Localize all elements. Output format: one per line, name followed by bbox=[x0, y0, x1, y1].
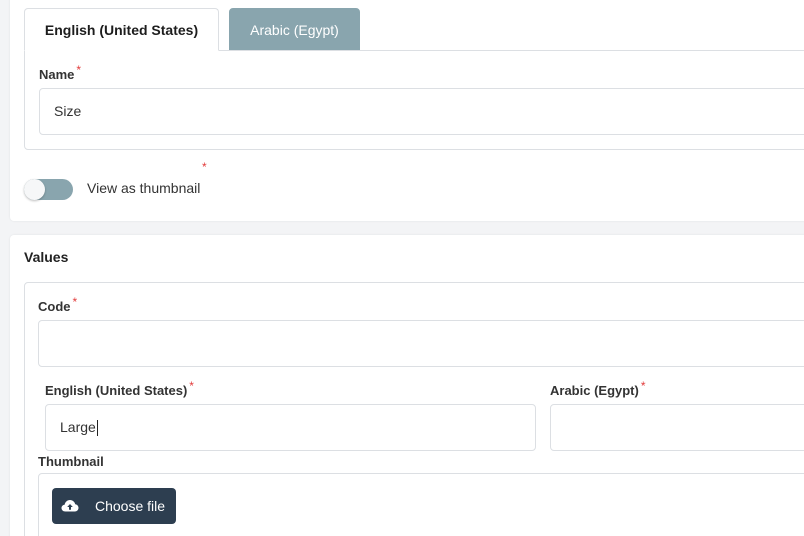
code-label-text: Code bbox=[38, 299, 71, 314]
arabic-value-input[interactable] bbox=[550, 404, 804, 451]
code-input[interactable] bbox=[38, 320, 804, 367]
code-label: Code * bbox=[38, 295, 77, 314]
arabic-value-label: Arabic (Egypt) * bbox=[550, 379, 646, 398]
name-label-text: Name bbox=[39, 67, 75, 82]
required-marker: * bbox=[640, 379, 646, 393]
choose-file-button[interactable]: Choose file bbox=[52, 488, 176, 524]
name-input[interactable]: Size bbox=[39, 88, 804, 135]
english-value-input[interactable]: Large bbox=[45, 404, 536, 451]
name-label: Name * bbox=[39, 63, 81, 82]
required-marker: * bbox=[76, 63, 82, 77]
view-as-thumbnail-toggle[interactable] bbox=[24, 179, 73, 200]
english-value-label-text: English (United States) bbox=[45, 383, 188, 398]
page: English (United States) Arabic (Egypt) N… bbox=[0, 0, 804, 536]
required-marker: * bbox=[202, 160, 207, 174]
english-value-text: Large bbox=[60, 419, 96, 435]
view-as-thumbnail-label: View as thumbnail bbox=[87, 180, 201, 196]
toggle-knob bbox=[24, 179, 45, 200]
tab-english-united-states[interactable]: English (United States) bbox=[24, 8, 219, 51]
required-marker: * bbox=[72, 295, 78, 309]
cloud-upload-icon bbox=[52, 488, 88, 524]
thumbnail-label: Thumbnail bbox=[38, 454, 104, 469]
arabic-value-label-text: Arabic (Egypt) bbox=[550, 383, 639, 398]
choose-file-label: Choose file bbox=[95, 498, 166, 514]
english-value-label: English (United States) * bbox=[45, 379, 194, 398]
values-title: Values bbox=[24, 249, 69, 265]
required-marker: * bbox=[189, 379, 194, 393]
text-cursor bbox=[96, 420, 98, 437]
tab-arabic-egypt[interactable]: Arabic (Egypt) bbox=[229, 8, 360, 50]
